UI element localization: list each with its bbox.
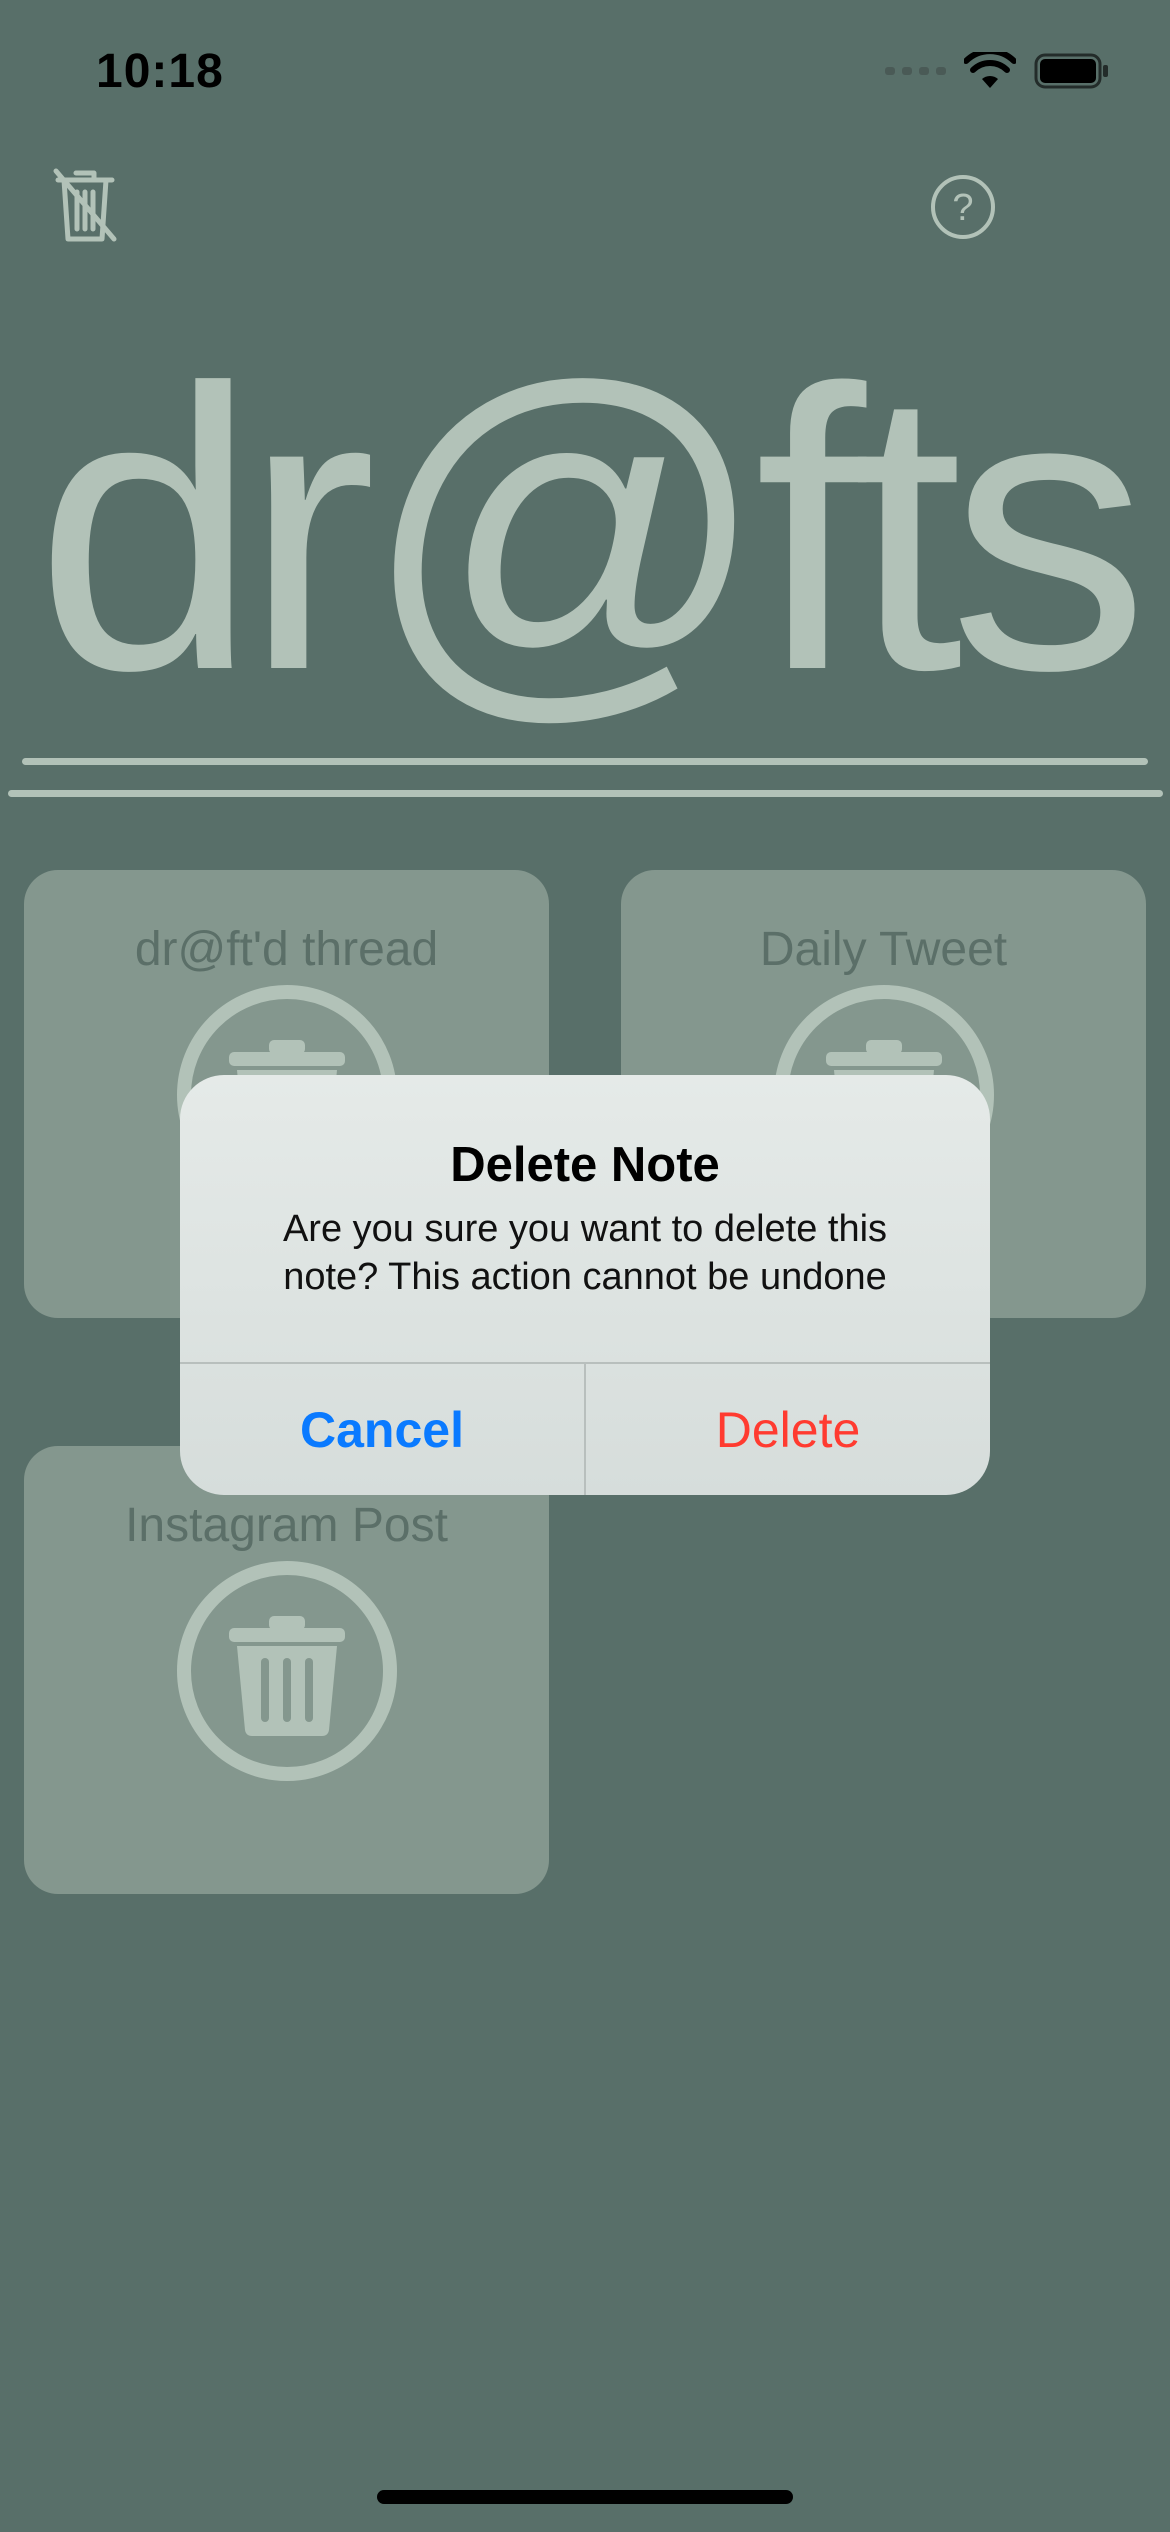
wifi-icon [964, 52, 1016, 88]
note-title: Daily Tweet [759, 923, 1008, 976]
delete-note-alert: Delete Note Are you sure you want to del… [180, 1075, 990, 1495]
alert-message: Are you sure you want to delete this not… [282, 1208, 888, 1298]
status-icons [885, 52, 1110, 90]
help-button[interactable]: ? [928, 172, 998, 242]
cancel-button[interactable]: Cancel [180, 1364, 584, 1495]
top-bar: ? [0, 160, 1170, 270]
status-bar: 10:18 [0, 0, 1170, 140]
divider-bottom [8, 790, 1163, 797]
signal-icon [885, 67, 946, 75]
divider-top [22, 758, 1148, 765]
trash-slash-button[interactable] [50, 160, 120, 250]
alert-title: Delete Note [450, 1138, 720, 1192]
app-logo: dr@fts [35, 306, 1149, 753]
help-circle-icon: ? [931, 175, 995, 239]
delete-button[interactable]: Delete [586, 1364, 990, 1495]
svg-text:?: ? [952, 187, 973, 229]
battery-icon [1034, 53, 1108, 89]
trash-icon[interactable] [174, 1558, 400, 1784]
note-title: dr@ft'd thread [134, 923, 439, 976]
trash-slash-icon [53, 168, 117, 242]
home-indicator[interactable] [377, 2490, 793, 2504]
note-card[interactable]: Instagram Post [24, 1446, 549, 1894]
note-title: Instagram Post [125, 1499, 448, 1552]
status-time: 10:18 [96, 45, 224, 98]
